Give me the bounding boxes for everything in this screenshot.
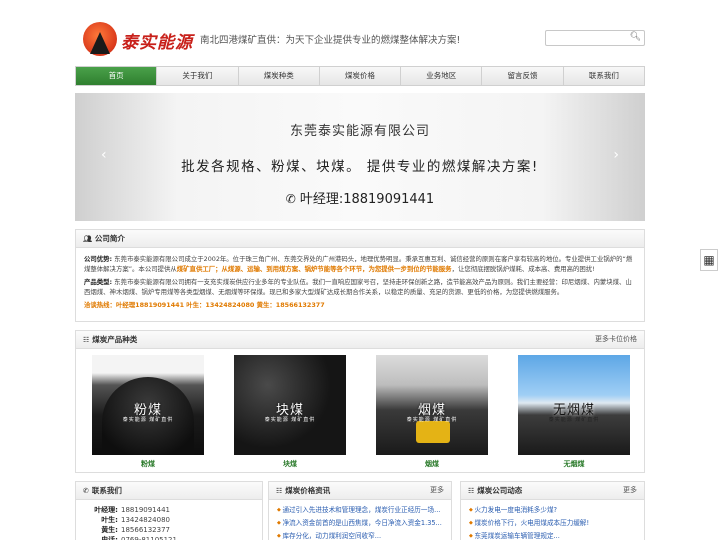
panel-heading: ☷ 煤炭产品种类 更多卡位价格 bbox=[76, 331, 644, 349]
product-list: 粉煤 泰实能源 煤矿直供 粉煤 块煤 泰实能源 煤矿直供 块煤 烟煤 泰实能源 … bbox=[92, 355, 632, 473]
product-image[interactable]: 烟煤 泰实能源 煤矿直供 bbox=[376, 355, 488, 455]
price-news-panel: ☷煤炭价格资讯 更多 通过引入先进技术和管理理念，煤炭行业正经历一场... 净流… bbox=[268, 481, 452, 540]
product-label[interactable]: 无烟煤 bbox=[518, 459, 630, 469]
intro-product-types: 产品类型: 东莞市泰实能源有限公司拥有一支充实煤炭供应行业多年的专业队伍。我们一… bbox=[84, 277, 636, 297]
news-item[interactable]: 东莞煤炭运输车辆管理规定... bbox=[469, 530, 636, 540]
contact-panel: ✆ 联系我们 叶经理: 18819091441 叶生: 13424824080 黄生:… bbox=[75, 481, 263, 540]
news-item[interactable]: 通过引入先进技术和管理理念，煤炭行业正经历一场... bbox=[277, 504, 443, 517]
products-more-link[interactable]: 更多卡位价格 bbox=[595, 331, 637, 348]
product-image-subtitle: 泰实能源 煤矿直供 bbox=[406, 417, 458, 423]
product-image-subtitle: 泰实能源 煤矿直供 bbox=[548, 417, 600, 423]
intro-advantage: 公司优势: 东莞市泰实能源有限公司成立于2002年。位于珠三角广州、东莞交界处的… bbox=[84, 254, 636, 274]
product-image-subtitle: 泰实能源 煤矿直供 bbox=[264, 417, 316, 423]
banner-phone: ✆ 叶经理:18819091441 bbox=[75, 188, 645, 207]
phone-icon: ✆ bbox=[285, 192, 296, 206]
hero-banner: ‹ › 东莞泰实能源有限公司 批发各规格、粉煤、块煤。 提供专业的燃煤解决方案!… bbox=[75, 93, 645, 221]
company-news-panel: ☷煤炭公司动态 更多 火力发电一度电消耗多少煤? 煤炭价格下行，火电用煤成本压力… bbox=[460, 481, 645, 540]
news-item[interactable]: 火力发电一度电消耗多少煤? bbox=[469, 504, 636, 517]
logo-road-icon bbox=[90, 32, 110, 54]
contact-key: 黄生: bbox=[101, 526, 118, 534]
intro-product-label: 产品类型: bbox=[84, 278, 113, 286]
intro-product-text: 东莞市泰实能源有限公司拥有一支充实煤炭供应行业多年的专业队伍。我们一直响应国家号… bbox=[84, 278, 632, 296]
nav-item-contact[interactable]: 联系我们 bbox=[564, 67, 644, 85]
product-card-lump-coal[interactable]: 块煤 泰实能源 煤矿直供 块煤 bbox=[234, 355, 346, 469]
company-intro-panel: 👥︎ 公司简介 公司优势: 东莞市泰实能源有限公司成立于2002年。位于珠三角广州… bbox=[75, 229, 645, 322]
qr-code-icon[interactable]: ▦ bbox=[700, 249, 718, 271]
product-card-anthracite[interactable]: 无烟煤 泰实能源 煤矿直供 无烟煤 bbox=[518, 355, 630, 469]
product-label[interactable]: 块煤 bbox=[234, 459, 346, 469]
banner-headline: 批发各规格、粉煤、块煤。 提供专业的燃煤解决方案! bbox=[181, 159, 539, 175]
nav-item-coal-types[interactable]: 煤炭种类 bbox=[239, 67, 320, 85]
products-panel: ☷ 煤炭产品种类 更多卡位价格 粉煤 泰实能源 煤矿直供 粉煤 块煤 泰实能源 煤… bbox=[75, 330, 645, 473]
news-more-link[interactable]: 更多 bbox=[430, 482, 444, 499]
contact-key: 叶生: bbox=[101, 516, 118, 524]
grid-icon: ☷ bbox=[83, 336, 90, 344]
contact-row: 叶经理: 18819091441 bbox=[84, 505, 254, 515]
logo[interactable]: 泰实能源 bbox=[83, 20, 203, 58]
nav-item-about[interactable]: 关于我们 bbox=[157, 67, 239, 85]
contact-value: 18819091441 bbox=[121, 506, 170, 514]
intro-advantage-highlight: 煤矿直供工厂；从煤源、运输、到用煤方案、锅炉节能等各个环节，为您提供一步到位的节… bbox=[176, 265, 452, 273]
contact-value: 0769-81105121 bbox=[121, 536, 177, 540]
intro-body: 公司优势: 东莞市泰实能源有限公司成立于2002年。位于珠三角广州、东莞交界处的… bbox=[76, 248, 644, 319]
logo-text: 泰实能源 bbox=[121, 33, 193, 53]
intro-title: 公司简介 bbox=[94, 234, 125, 243]
nav-item-home[interactable]: 首页 bbox=[76, 67, 158, 85]
banner-company-name: 东莞泰实能源有限公司 bbox=[289, 124, 430, 139]
product-label[interactable]: 粉煤 bbox=[92, 459, 204, 469]
dyn-more-link[interactable]: 更多 bbox=[623, 482, 637, 499]
product-image[interactable]: 粉煤 泰实能源 煤矿直供 bbox=[92, 355, 204, 455]
contact-value: 18566132377 bbox=[121, 526, 170, 534]
news-item[interactable]: 库存分化，动力煤利润空间收窄... bbox=[277, 530, 443, 540]
intro-advantage-label: 公司优势: bbox=[84, 255, 113, 263]
panel-heading: ☷ 煤炭公司动态 更多 bbox=[461, 482, 644, 500]
product-label[interactable]: 烟煤 bbox=[376, 459, 488, 469]
contact-row: 黄生: 18566132377 bbox=[84, 525, 254, 535]
news-list: 通过引入先进技术和管理理念，煤炭行业正经历一场... 净流入资金前首的是山西焦煤… bbox=[269, 500, 451, 540]
product-card-bituminous-coal[interactable]: 烟煤 泰实能源 煤矿直供 烟煤 bbox=[376, 355, 488, 469]
panel-heading: 👥︎ 公司简介 bbox=[76, 230, 644, 248]
contact-title: 联系我们 bbox=[91, 486, 122, 495]
phone-icon: ✆ bbox=[83, 487, 89, 495]
news-title: 煤炭价格资讯 bbox=[285, 486, 331, 495]
contact-row: 叶生: 13424824080 bbox=[84, 515, 254, 525]
site-header: 泰实能源 南北四港煤矿直供：为天下企业提供专业的燃煤整体解决方案! 🔍︎ bbox=[75, 18, 645, 62]
header-slogan: 南北四港煤矿直供：为天下企业提供专业的燃煤整体解决方案! bbox=[200, 35, 461, 46]
product-image-subtitle: 泰实能源 煤矿直供 bbox=[122, 417, 174, 423]
contact-body: 叶经理: 18819091441 叶生: 13424824080 黄生: 185661… bbox=[76, 500, 262, 540]
product-card-powder-coal[interactable]: 粉煤 泰实能源 煤矿直供 粉煤 bbox=[92, 355, 204, 469]
grid-icon: ☷ bbox=[468, 487, 475, 495]
panel-heading: ✆ 联系我们 bbox=[76, 482, 262, 500]
banner-phone-text: 叶经理:18819091441 bbox=[299, 192, 435, 207]
nav-item-business-regions[interactable]: 业务地区 bbox=[401, 67, 483, 85]
intro-hotline: 洽谈热线：叶经理18819091441 叶生：13424824080 黄生：18… bbox=[84, 301, 325, 309]
contact-row: 电话: 0769-81105121 bbox=[84, 535, 254, 540]
search-input[interactable]: 🔍︎ bbox=[545, 30, 645, 46]
contact-value: 13424824080 bbox=[121, 516, 170, 524]
nav-item-feedback[interactable]: 留言反馈 bbox=[482, 67, 564, 85]
contact-key: 电话: bbox=[101, 536, 118, 540]
intro-advantage-text-b: ，让您彻底摆脱锅炉煤耗、成本高、费用高的困扰! bbox=[451, 265, 595, 273]
search-icon[interactable]: 🔍︎ bbox=[630, 32, 641, 42]
users-icon: 👥︎ bbox=[83, 235, 92, 243]
product-image[interactable]: 无烟煤 泰实能源 煤矿直供 bbox=[518, 355, 630, 455]
product-image[interactable]: 块煤 泰实能源 煤矿直供 bbox=[234, 355, 346, 455]
products-title: 煤炭产品种类 bbox=[92, 335, 138, 344]
panel-heading: ☷ 煤炭价格资讯 更多 bbox=[269, 482, 451, 500]
news-item[interactable]: 煤炭价格下行，火电用煤成本压力缓解! bbox=[469, 517, 636, 530]
grid-icon: ☷ bbox=[276, 487, 283, 495]
nav-item-coal-prices[interactable]: 煤炭价格 bbox=[320, 67, 402, 85]
dyn-title: 煤炭公司动态 bbox=[477, 486, 523, 495]
main-nav: 首页 关于我们 煤炭种类 煤炭价格 业务地区 留言反馈 联系我们 bbox=[75, 66, 645, 86]
news-item[interactable]: 净流入资金前首的是山西焦煤，今日净流入资金1.35... bbox=[277, 517, 443, 530]
dyn-list: 火力发电一度电消耗多少煤? 煤炭价格下行，火电用煤成本压力缓解! 东莞煤炭运输车… bbox=[461, 500, 644, 540]
loader-truck-shape bbox=[416, 421, 450, 443]
contact-key: 叶经理: bbox=[94, 506, 118, 514]
